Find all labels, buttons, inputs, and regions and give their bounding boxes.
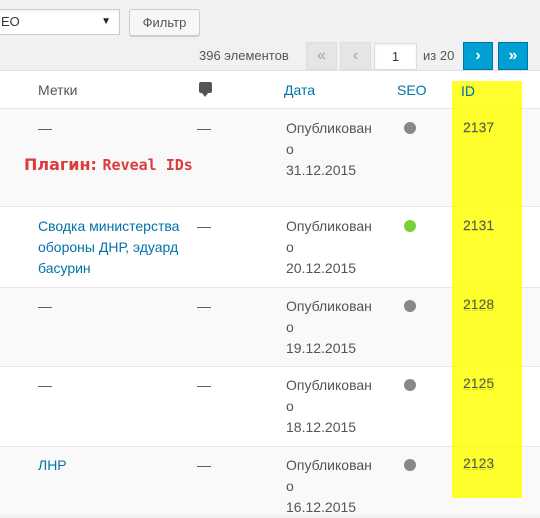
comment-icon [199,82,212,97]
filter-button[interactable]: Фильтр [129,9,200,36]
column-seo[interactable]: SEO [397,82,427,98]
seo-status-dot [404,220,416,232]
seo-status-dot [404,300,416,312]
next-page-button[interactable]: › [463,42,493,70]
plugin-label: Плагин: [24,155,97,174]
seo-filter-value: EO [1,14,20,29]
row-comments: — [197,120,211,136]
chevron-down-icon: ▼ [101,16,111,27]
item-count: 396 элементов [199,48,289,63]
row-tags-link[interactable]: Сводка министерства обороны ДНР, эдуард … [38,216,188,279]
row-id-overlay: 2123 [463,455,495,471]
id-column-highlight [452,81,522,498]
row-comments: — [197,298,211,314]
seo-status-dot [404,379,416,391]
row-id-overlay: 2128 [463,296,495,312]
total-pages: из 20 [423,48,455,63]
row-tags: — [38,298,52,314]
column-tags: Метки [38,82,78,98]
row-date: Опубликован о 20.12.2015 [286,218,372,276]
row-date: Опубликован о 16.12.2015 [286,457,372,515]
row-comments: — [197,377,211,393]
first-page-button[interactable]: « [306,42,337,70]
seo-status-dot [404,459,416,471]
seo-filter-select[interactable]: EO ▼ [0,9,120,35]
row-id-overlay: 2137 [463,119,495,135]
current-page-input[interactable]: 1 [374,43,417,70]
row-date: Опубликован о 19.12.2015 [286,298,372,356]
column-id-overlay[interactable]: ID [461,81,475,102]
row-tags: — [38,120,52,136]
row-date: Опубликован о 18.12.2015 [286,377,372,435]
row-comments: — [197,218,211,234]
row-comments: — [197,457,211,473]
row-id-overlay: 2131 [463,217,495,233]
row-date: Опубликован о 31.12.2015 [286,120,372,178]
column-date[interactable]: Дата [284,82,315,98]
seo-status-dot [404,122,416,134]
row-tags-link[interactable]: ЛНР [38,455,188,476]
last-page-button[interactable]: » [498,42,528,70]
plugin-name: Reveal IDs [102,156,193,174]
plugin-annotation: Плагин: Reveal IDs [24,155,193,174]
prev-page-button[interactable]: ‹ [340,42,371,70]
row-tags: — [38,377,52,393]
row-id-overlay: 2125 [463,375,495,391]
